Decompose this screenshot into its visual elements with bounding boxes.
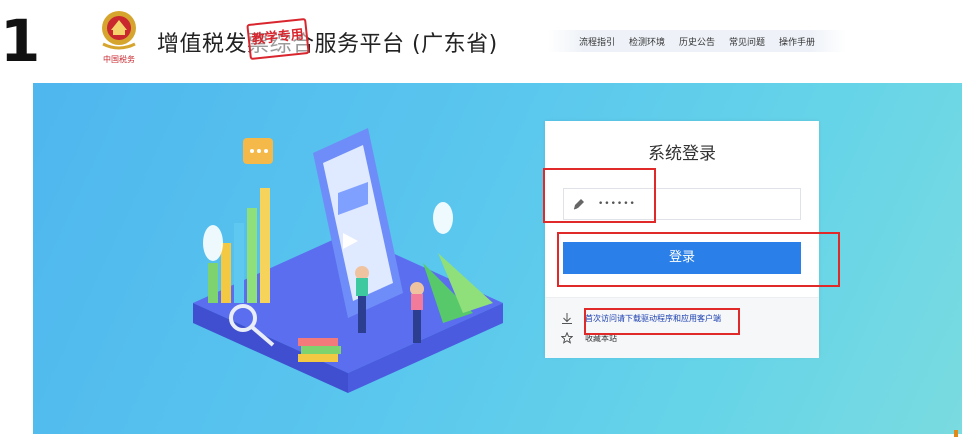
nav-manual[interactable]: 操作手册 xyxy=(779,35,815,48)
password-input[interactable] xyxy=(596,198,790,210)
login-footer: 首次访问请下载驱动程序和应用客户端 收藏本站 xyxy=(545,297,819,358)
tax-emblem-icon: 中国税务 xyxy=(102,11,136,64)
nav-check-environment[interactable]: 检测环境 xyxy=(629,35,665,48)
top-nav: 流程指引 检测环境 历史公告 常见问题 操作手册 xyxy=(548,30,846,52)
download-row[interactable]: 首次访问请下载驱动程序和应用客户端 xyxy=(561,312,721,324)
bookmark-row[interactable]: 收藏本站 xyxy=(561,332,617,344)
download-driver-link[interactable]: 首次访问请下载驱动程序和应用客户端 xyxy=(585,313,721,324)
emblem-caption: 中国税务 xyxy=(103,54,135,64)
login-panel: 系统登录 登录 首次访问请下载驱动程序和应用客户端 收藏本站 xyxy=(545,121,819,358)
teaching-stamp: 教学专用 xyxy=(246,17,310,61)
corner-mark xyxy=(954,430,958,437)
login-button[interactable]: 登录 xyxy=(563,242,801,274)
isometric-illustration xyxy=(193,128,503,393)
download-arrow-icon xyxy=(562,313,572,324)
star-icon xyxy=(561,332,573,344)
password-field[interactable] xyxy=(563,188,801,220)
site-title: 增值税发票综合服务平台 (广东省) xyxy=(157,32,498,57)
pen-icon xyxy=(573,199,584,210)
nav-faq[interactable]: 常见问题 xyxy=(729,35,765,48)
hero-banner xyxy=(33,83,962,434)
bookmark-site-link[interactable]: 收藏本站 xyxy=(585,333,617,344)
login-title: 系统登录 xyxy=(648,144,716,164)
nav-history-notices[interactable]: 历史公告 xyxy=(679,35,715,48)
nav-process-guide[interactable]: 流程指引 xyxy=(579,35,615,48)
step-number: 1 xyxy=(0,7,41,75)
